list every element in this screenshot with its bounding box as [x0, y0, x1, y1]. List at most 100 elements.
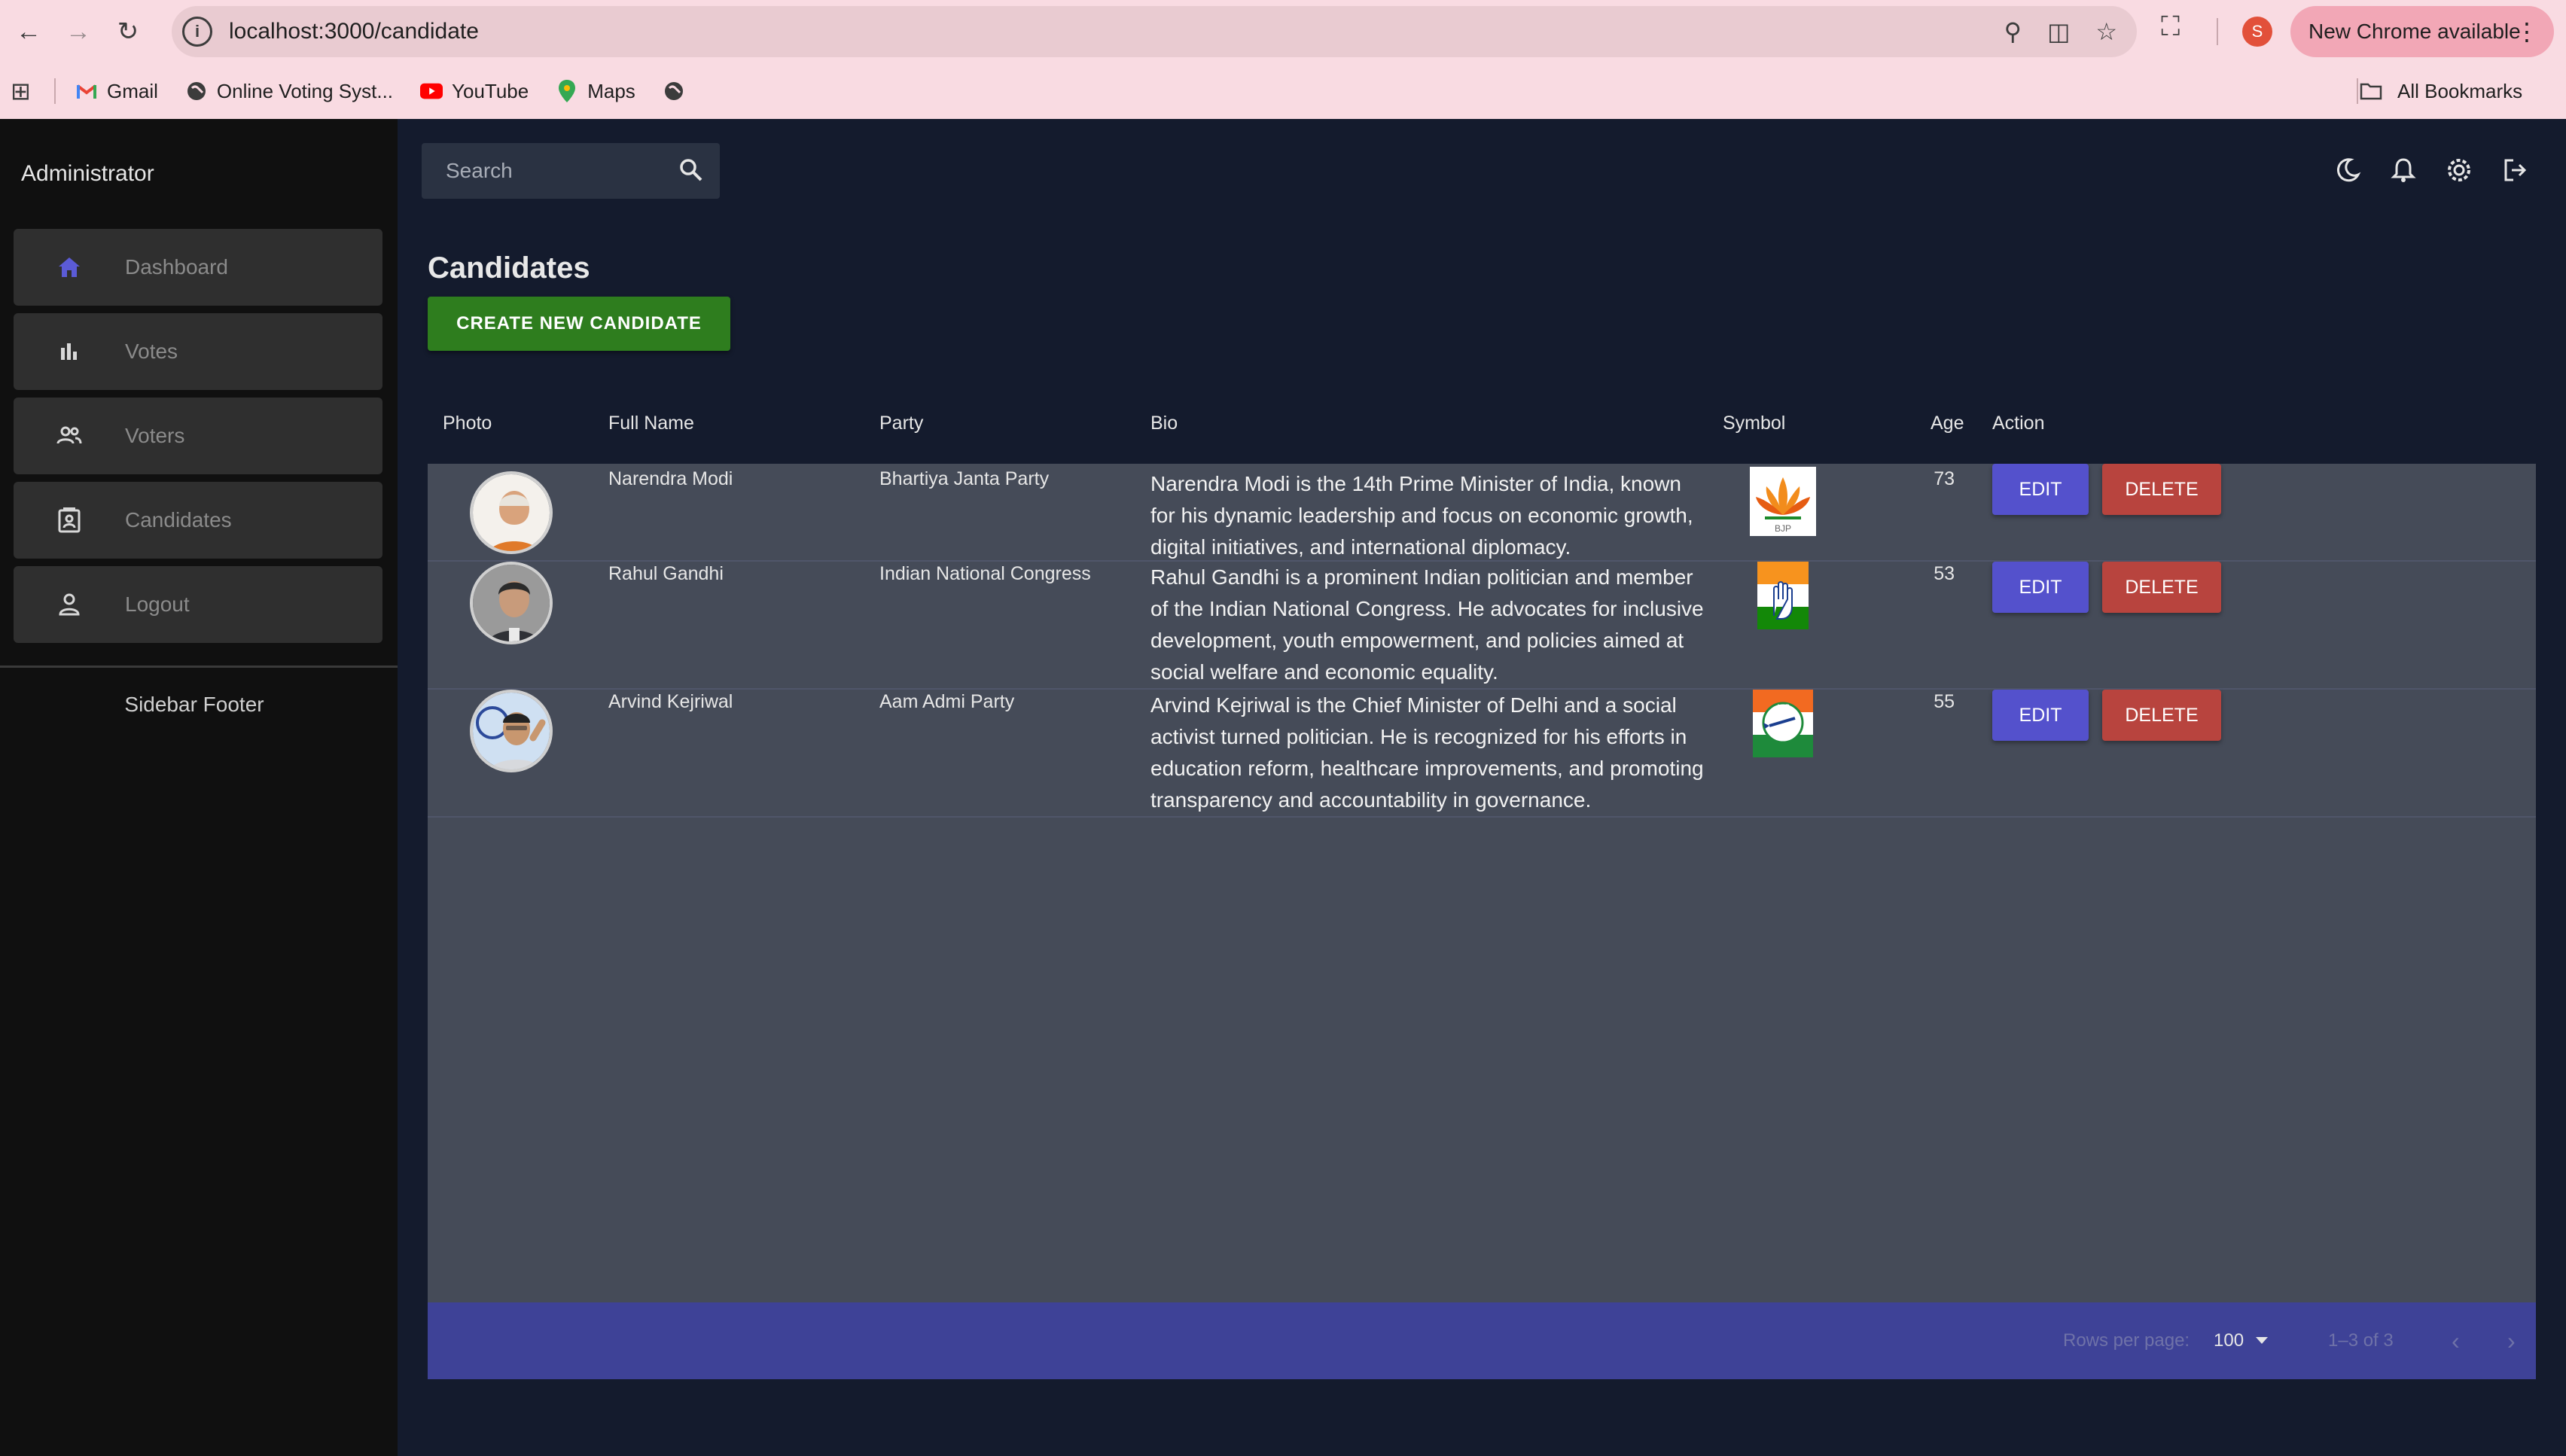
rows-per-page-label: Rows per page: — [2063, 1330, 2190, 1351]
bookmark-label: Gmail — [107, 79, 158, 102]
svg-text:AAP: AAP — [1776, 703, 1790, 711]
table-pagination: Rows per page: 100 1–3 of 3 ‹ › — [428, 1302, 2536, 1379]
sidebar-divider — [0, 666, 398, 668]
candidate-photo — [470, 562, 553, 644]
search-input[interactable] — [446, 159, 657, 183]
contact-card-icon — [54, 507, 84, 534]
column-header-bio[interactable]: Bio — [1150, 413, 1178, 434]
candidate-party: Bhartiya Janta Party — [879, 468, 1050, 489]
candidate-name: Arvind Kejriwal — [608, 691, 733, 712]
page-title: Candidates — [428, 251, 590, 285]
bookmarks-divider — [2357, 78, 2358, 104]
candidate-age: 73 — [1934, 468, 1955, 489]
candidate-age: 53 — [1934, 563, 1955, 584]
delete-button[interactable]: DELETE — [2102, 690, 2221, 741]
candidate-bio: Narendra Modi is the 14th Prime Minister… — [1150, 472, 1693, 559]
sidebar-item-voters[interactable]: Voters — [14, 398, 382, 474]
create-candidate-button[interactable]: CREATE NEW CANDIDATE — [428, 297, 730, 351]
extensions-icon[interactable]: ⛶ — [2161, 11, 2180, 43]
browser-toolbar: ← → ↻ i localhost:3000/candidate ⚲ ◫ ☆ ⛶… — [0, 0, 2566, 63]
candidate-bio: Rahul Gandhi is a prominent Indian polit… — [1150, 565, 1704, 684]
sidebar-item-label: Logout — [125, 592, 190, 616]
pagination-range: 1–3 of 3 — [2328, 1330, 2394, 1351]
bookmark-label: Maps — [587, 79, 635, 102]
table-row: Rahul Gandhi Indian National Congress Ra… — [428, 562, 2536, 690]
bar-chart-icon — [54, 340, 84, 363]
sidebar-item-label: Votes — [125, 340, 178, 363]
rows-per-page-select[interactable]: 100 — [2214, 1330, 2244, 1351]
back-icon[interactable]: ← — [8, 11, 50, 53]
bookmark-online-voting[interactable]: Online Voting Syst... — [185, 80, 393, 103]
star-icon[interactable]: ☆ — [2095, 17, 2117, 46]
column-header-action[interactable]: Action — [1992, 413, 2044, 434]
column-header-full-name[interactable]: Full Name — [608, 413, 694, 434]
candidate-party: Aam Admi Party — [879, 691, 1015, 712]
update-label: New Chrome available — [2308, 20, 2521, 43]
delete-button[interactable]: DELETE — [2102, 464, 2221, 515]
sidebar-item-label: Voters — [125, 424, 185, 447]
reload-icon[interactable]: ↻ — [107, 11, 149, 53]
bookmark-maps[interactable]: Maps — [556, 80, 635, 103]
globe-icon — [185, 80, 208, 102]
home-icon — [54, 255, 84, 279]
candidate-photo — [470, 471, 553, 554]
sidebar-item-candidates[interactable]: Candidates — [14, 482, 382, 559]
chevron-down-icon[interactable] — [2256, 1337, 2268, 1344]
edit-button[interactable]: EDIT — [1992, 690, 2089, 741]
column-header-age[interactable]: Age — [1931, 413, 1964, 434]
delete-button[interactable]: DELETE — [2102, 562, 2221, 613]
broom-symbol-icon: AAP — [1753, 690, 1813, 761]
folder-icon — [2360, 80, 2382, 102]
logout-icon[interactable] — [2498, 154, 2531, 187]
gmail-icon — [75, 80, 98, 102]
edit-button[interactable]: EDIT — [1992, 562, 2089, 613]
menu-dots-icon[interactable]: ⋮ — [2515, 17, 2539, 46]
previous-page-icon[interactable]: ‹ — [2452, 1327, 2460, 1355]
sidebar-title: Administrator — [21, 161, 154, 186]
edit-button[interactable]: EDIT — [1992, 464, 2089, 515]
url-text[interactable]: localhost:3000/candidate — [229, 19, 479, 44]
sidebar-item-dashboard[interactable]: Dashboard — [14, 229, 382, 306]
table-row: Narendra Modi Bhartiya Janta Party Naren… — [428, 464, 2536, 562]
candidate-bio: Arvind Kejriwal is the Chief Minister of… — [1150, 693, 1704, 812]
candidate-name: Narendra Modi — [608, 468, 733, 489]
bookmark-youtube[interactable]: YouTube — [420, 80, 529, 103]
maps-pin-icon — [556, 80, 578, 102]
install-icon[interactable]: ◫ — [2047, 17, 2070, 46]
dark-mode-icon[interactable] — [2331, 154, 2364, 187]
next-page-icon[interactable]: › — [2507, 1327, 2516, 1355]
topbar-actions — [2331, 154, 2531, 187]
table-row: Arvind Kejriwal Aam Admi Party Arvind Ke… — [428, 690, 2536, 818]
address-bar[interactable]: i localhost:3000/candidate ⚲ ◫ ☆ — [172, 6, 2137, 57]
column-header-party[interactable]: Party — [879, 413, 923, 434]
key-icon[interactable]: ⚲ — [2004, 17, 2022, 46]
sidebar-item-logout[interactable]: Logout — [14, 566, 382, 643]
site-info-icon[interactable]: i — [182, 17, 212, 47]
sidebar-item-label: Candidates — [125, 508, 232, 532]
settings-gear-icon[interactable] — [2443, 154, 2476, 187]
apps-grid-icon[interactable]: ⊞ — [11, 77, 33, 105]
all-bookmarks[interactable]: All Bookmarks — [2360, 63, 2522, 119]
search-icon[interactable] — [678, 157, 705, 187]
bookmark-gmail[interactable]: Gmail — [75, 80, 158, 103]
table-body: Narendra Modi Bhartiya Janta Party Naren… — [428, 464, 2536, 1304]
sidebar-footer: Sidebar Footer — [124, 693, 264, 716]
column-header-symbol[interactable]: Symbol — [1723, 413, 1785, 434]
forward-icon[interactable]: → — [57, 11, 99, 53]
notifications-icon[interactable] — [2387, 154, 2420, 187]
toolbar-divider — [2217, 18, 2218, 45]
sidebar-item-votes[interactable]: Votes — [14, 313, 382, 390]
lotus-symbol-icon: BJP — [1750, 467, 1816, 540]
bookmark-globe[interactable] — [663, 80, 694, 102]
sidebar-item-label: Dashboard — [125, 255, 228, 279]
hand-symbol-icon — [1757, 562, 1809, 633]
svg-text:BJP: BJP — [1775, 523, 1791, 534]
table-header: Photo Full Name Party Bio Symbol Age Act… — [428, 399, 2536, 444]
profile-avatar[interactable]: S — [2242, 17, 2272, 47]
chrome-update-button[interactable]: New Chrome available ⋮ — [2290, 6, 2554, 57]
column-header-photo[interactable]: Photo — [443, 413, 492, 434]
search-box — [422, 143, 720, 199]
bookmark-label: YouTube — [452, 79, 529, 102]
youtube-icon — [420, 80, 443, 102]
globe-icon — [663, 80, 685, 102]
